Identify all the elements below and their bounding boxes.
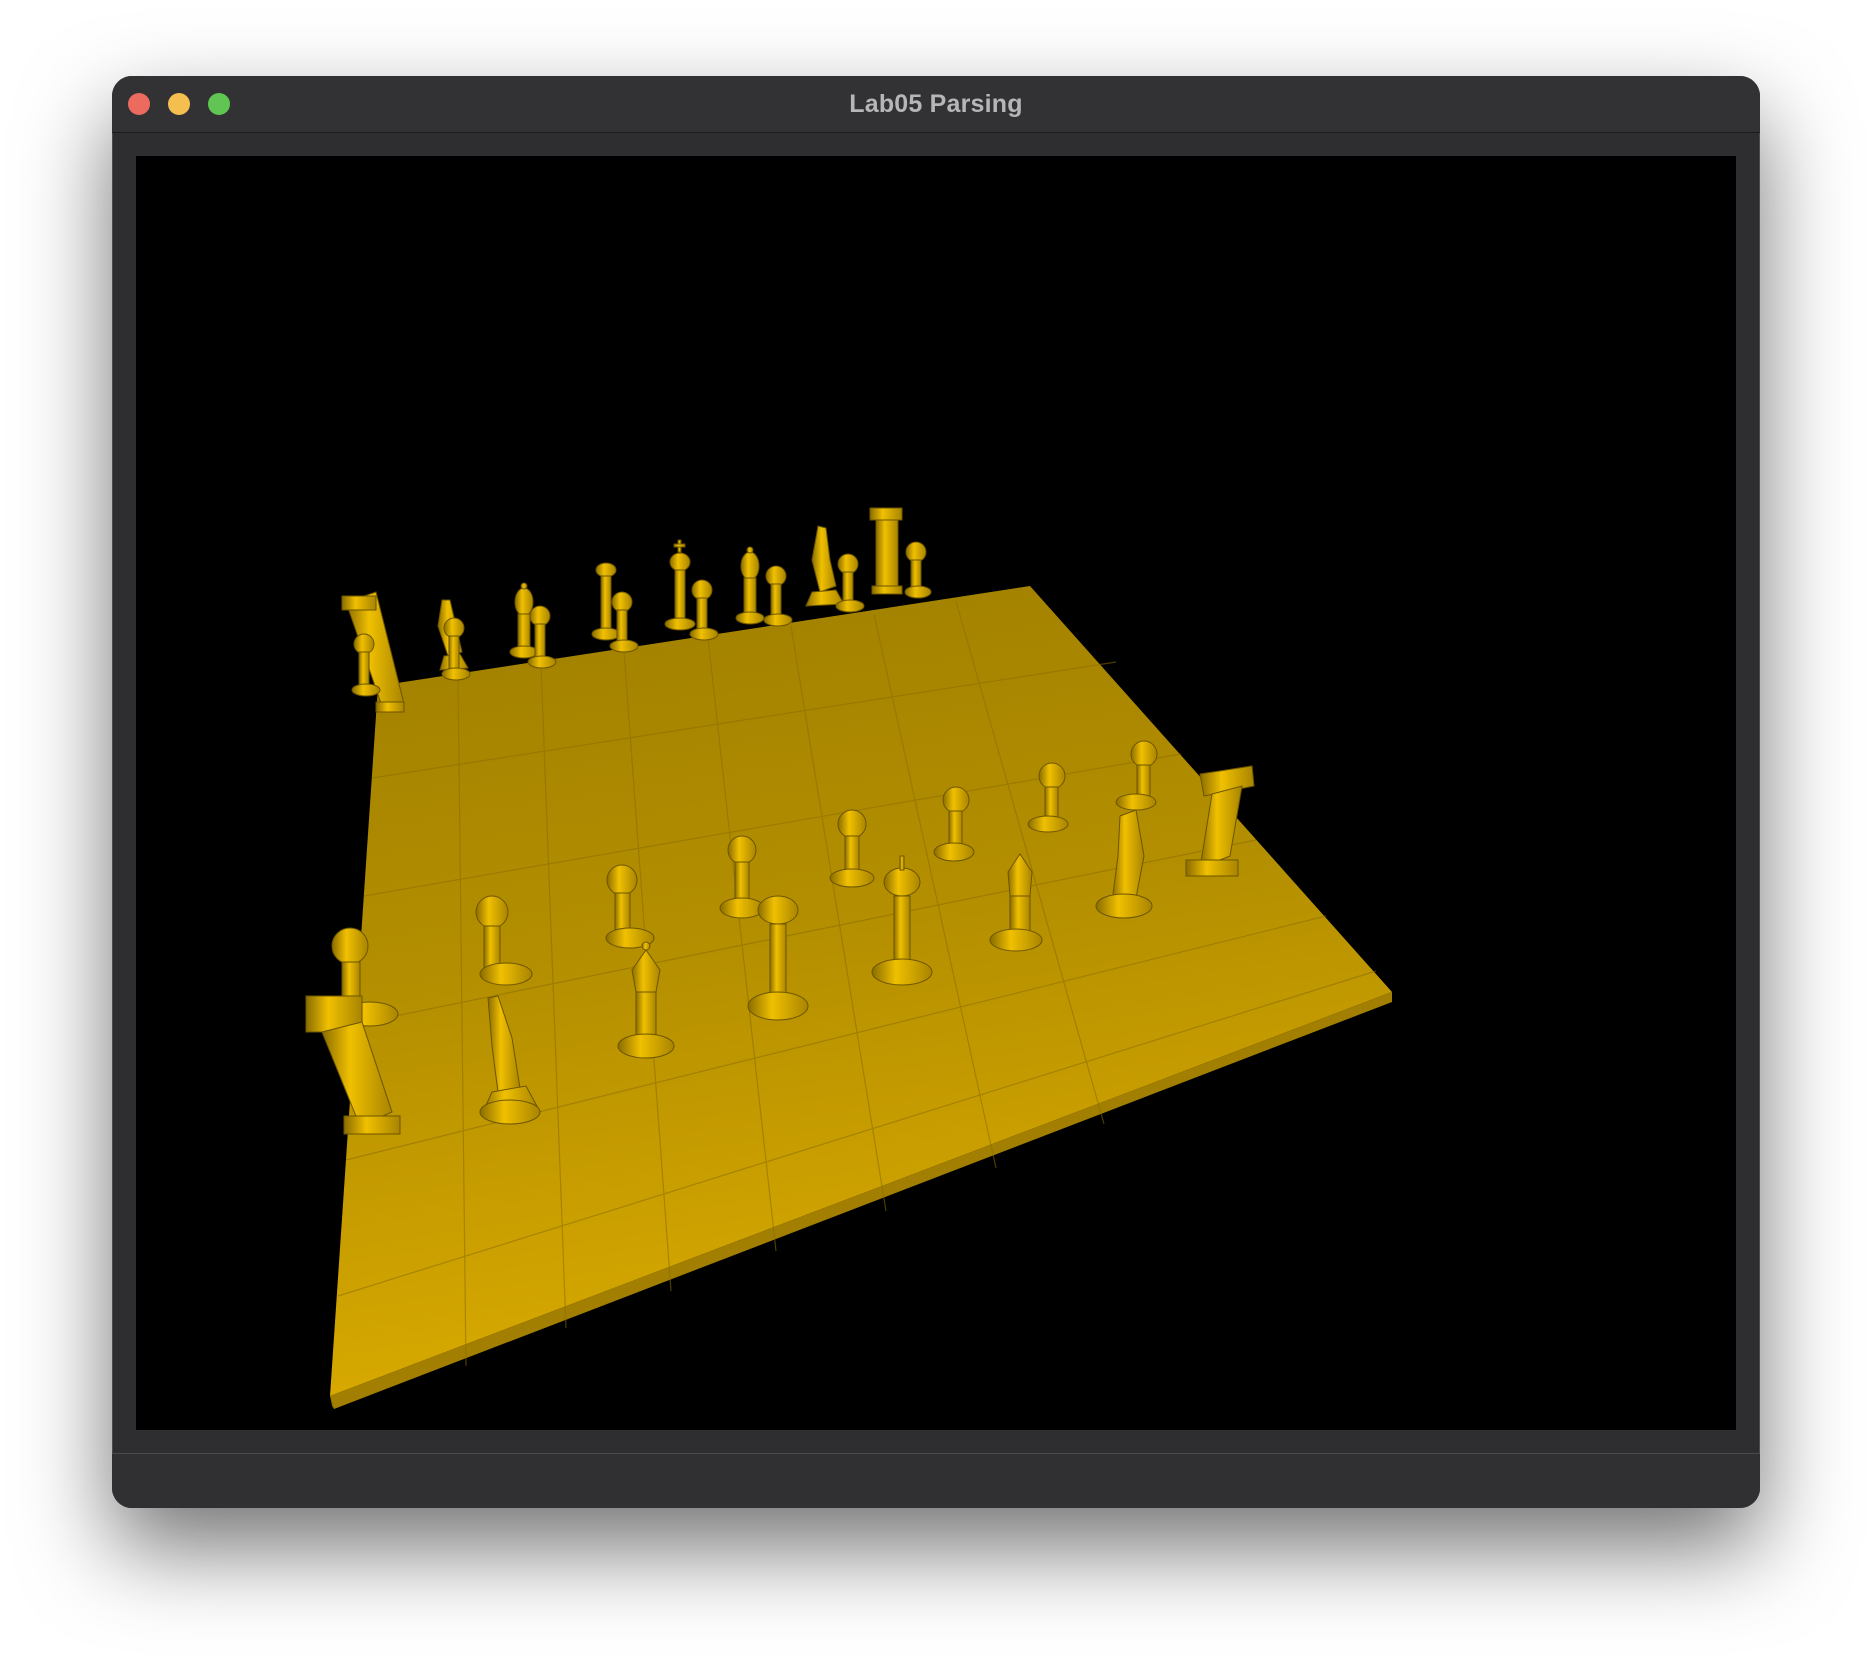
title-bar[interactable]: Lab05 Parsing: [112, 76, 1760, 133]
bishop-far-2: [735, 546, 765, 625]
window-title: Lab05 Parsing: [849, 90, 1023, 118]
rook-far-right: [869, 507, 903, 595]
pawn-far-8: [904, 541, 932, 599]
pawn-far-6: [763, 565, 793, 627]
pawn-far-5: [689, 579, 719, 641]
chess-scene: [305, 507, 1392, 1409]
status-bar: [112, 1453, 1760, 1508]
app-window: Lab05 Parsing: [112, 76, 1760, 1508]
render-canvas[interactable]: [136, 156, 1736, 1430]
king-far: [664, 539, 696, 631]
pawn-far-4: [609, 591, 639, 653]
pawn-far-3: [527, 605, 557, 669]
chess-board: [330, 586, 1392, 1396]
pawn-far-7: [835, 553, 865, 613]
